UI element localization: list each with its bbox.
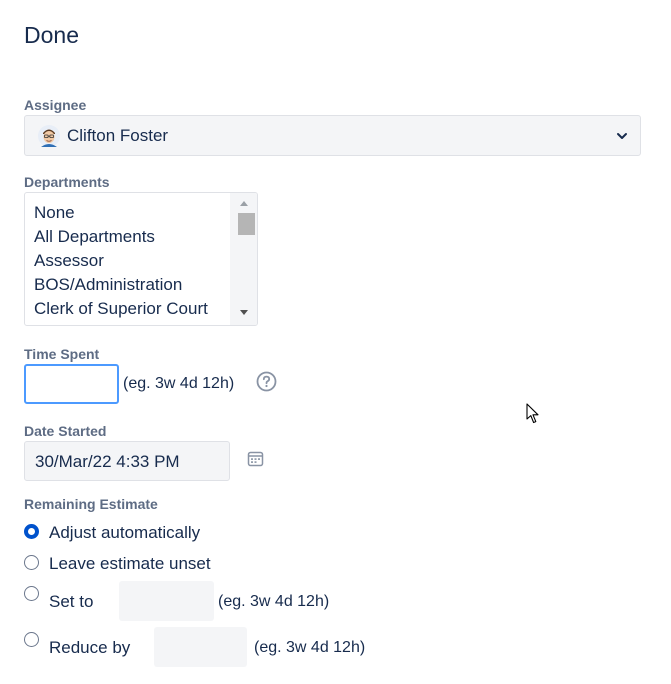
radio-label-adjust-automatically[interactable]: Adjust automatically xyxy=(49,523,200,543)
time-spent-input[interactable] xyxy=(24,364,119,404)
date-started-label: Date Started xyxy=(24,423,107,439)
chevron-down-icon xyxy=(617,133,627,139)
reduce-by-hint: (eg. 3w 4d 12h) xyxy=(254,639,366,656)
list-item[interactable]: All Departments xyxy=(34,227,155,247)
help-icon[interactable] xyxy=(256,371,277,392)
date-started-input[interactable]: 30/Mar/22 4:33 PM xyxy=(24,441,230,481)
set-to-input[interactable] xyxy=(119,581,214,621)
list-item[interactable]: BOS/Administration xyxy=(34,275,182,295)
list-item[interactable]: None xyxy=(34,203,75,223)
calendar-icon[interactable] xyxy=(247,450,264,467)
scroll-up-arrow-icon[interactable] xyxy=(240,201,248,206)
time-spent-label: Time Spent xyxy=(24,346,100,362)
assignee-select[interactable]: Clifton Foster xyxy=(24,115,641,156)
radio-leave-estimate-unset[interactable] xyxy=(24,555,39,570)
radio-label-reduce-by[interactable]: Reduce by xyxy=(49,638,130,658)
radio-label-set-to[interactable]: Set to xyxy=(49,592,93,612)
scroll-down-arrow-icon[interactable] xyxy=(240,310,248,315)
list-item[interactable]: Clerk of Superior Court xyxy=(34,299,208,319)
assignee-name: Clifton Foster xyxy=(67,126,169,145)
reduce-by-input[interactable] xyxy=(154,627,247,667)
scroll-thumb[interactable] xyxy=(238,213,255,235)
date-started-value: 30/Mar/22 4:33 PM xyxy=(35,452,180,471)
radio-set-to[interactable] xyxy=(24,586,39,601)
page-title: Done xyxy=(24,22,79,48)
radio-label-leave-estimate-unset[interactable]: Leave estimate unset xyxy=(49,554,211,574)
remaining-estimate-label: Remaining Estimate xyxy=(24,496,158,512)
list-item[interactable]: Assessor xyxy=(34,251,104,271)
radio-reduce-by[interactable] xyxy=(24,632,39,647)
departments-label: Departments xyxy=(24,174,110,190)
radio-adjust-automatically[interactable] xyxy=(24,524,39,539)
avatar xyxy=(38,125,60,147)
scrollbar[interactable] xyxy=(230,193,257,325)
mouse-cursor-icon xyxy=(526,403,539,424)
set-to-hint: (eg. 3w 4d 12h) xyxy=(218,593,330,610)
time-spent-hint: (eg. 3w 4d 12h) xyxy=(123,375,235,392)
departments-listbox[interactable]: None All Departments Assessor BOS/Admini… xyxy=(24,192,258,326)
assignee-label: Assignee xyxy=(24,97,87,113)
